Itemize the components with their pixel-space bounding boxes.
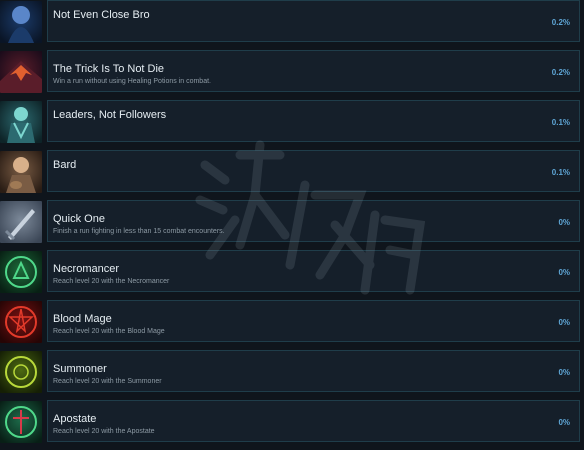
achievement-panel: Not Even Close Bro 0.2% <box>47 0 580 42</box>
achievement-title: Not Even Close Bro <box>53 9 150 21</box>
blood-mage-sigil-icon <box>0 301 42 343</box>
summoner-sigil-icon <box>0 351 42 393</box>
achievement-title: Apostate <box>53 413 97 425</box>
achievement-row[interactable]: Necromancer Reach level 20 with the Necro… <box>0 250 584 300</box>
achievement-row[interactable]: The Trick Is To Not Die Win a run without… <box>0 50 584 100</box>
unlock-percentage: 0.1% <box>551 118 570 127</box>
achievement-row[interactable]: Apostate Reach level 20 with the Apostate… <box>0 400 584 450</box>
achievement-panel: Necromancer Reach level 20 with the Necro… <box>47 250 580 292</box>
achievement-title: Bard <box>53 159 77 171</box>
unlock-percentage: 0% <box>558 268 570 277</box>
unlock-percentage: 0% <box>558 368 570 377</box>
apostate-sigil-icon <box>0 401 42 443</box>
achievement-panel: Blood Mage Reach level 20 with the Blood … <box>47 300 580 342</box>
hooded-figure-icon <box>0 1 42 43</box>
achievement-row[interactable]: Blood Mage Reach level 20 with the Blood … <box>0 300 584 350</box>
necromancer-sigil-icon <box>0 251 42 293</box>
sword-icon <box>0 201 42 243</box>
achievement-panel: The Trick Is To Not Die Win a run without… <box>47 50 580 92</box>
unlock-percentage: 0.2% <box>551 68 570 77</box>
achievement-panel: Quick One Finish a run fighting in less t… <box>47 200 580 242</box>
achievement-title: Leaders, Not Followers <box>53 109 167 121</box>
achievement-title: The Trick Is To Not Die <box>53 63 165 75</box>
achievement-row[interactable]: Summoner Reach level 20 with the Summoner… <box>0 350 584 400</box>
achievement-title: Blood Mage <box>53 313 112 325</box>
achievement-panel: Leaders, Not Followers 0.1% <box>47 100 580 142</box>
achievement-description: Win a run without using Healing Potions … <box>53 78 211 85</box>
achievement-panel: Summoner Reach level 20 with the Summoner… <box>47 350 580 392</box>
unlock-percentage: 0% <box>558 318 570 327</box>
achievement-row[interactable]: Quick One Finish a run fighting in less t… <box>0 200 584 250</box>
achievement-panel: Bard 0.1% <box>47 150 580 192</box>
unlock-percentage: 0% <box>558 218 570 227</box>
achievement-panel: Apostate Reach level 20 with the Apostate… <box>47 400 580 442</box>
achievement-title: Quick One <box>53 213 105 225</box>
achievement-title: Summoner <box>53 363 107 375</box>
unlock-percentage: 0.1% <box>551 168 570 177</box>
achievement-description: Reach level 20 with the Summoner <box>53 378 162 385</box>
achievement-description: Finish a run fighting in less than 15 co… <box>53 228 225 235</box>
achievement-row[interactable]: Leaders, Not Followers 0.1% <box>0 100 584 150</box>
unlock-percentage: 0% <box>558 418 570 427</box>
unlock-percentage: 0.2% <box>551 18 570 27</box>
bard-portrait-icon <box>0 151 42 193</box>
achievement-title: Necromancer <box>53 263 120 275</box>
armored-warrior-icon <box>0 101 42 143</box>
achievement-description: Reach level 20 with the Blood Mage <box>53 328 165 335</box>
achievement-row[interactable]: Bard 0.1% <box>0 150 584 200</box>
achievement-description: Reach level 20 with the Necromancer <box>53 278 170 285</box>
fiery-demon-icon <box>0 51 42 93</box>
achievement-description: Reach level 20 with the Apostate <box>53 428 155 435</box>
achievement-row[interactable]: Not Even Close Bro 0.2% <box>0 0 584 50</box>
